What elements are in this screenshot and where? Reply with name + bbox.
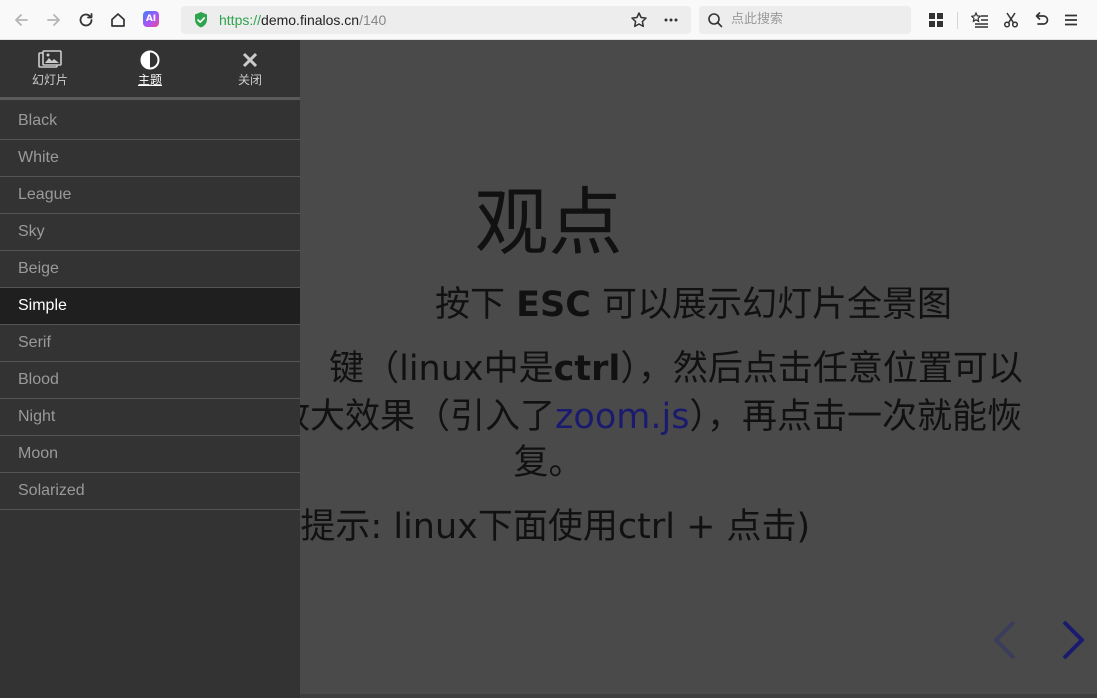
theme-item-white[interactable]: White [0,140,300,177]
toolbar-divider [957,12,958,29]
slide-line2-post: ），然后点击任意位置可以 [620,349,1023,389]
slide-line3-post: ），再点击一次就能恢 [689,397,1022,437]
apps-grid-icon[interactable] [924,8,948,32]
tab-close[interactable]: 关闭 [200,40,300,100]
menu-tabs: 幻灯片 主题 关闭 [0,40,300,100]
hamburger-menu-icon[interactable] [1059,8,1083,32]
ai-extension-icon[interactable]: AI [143,11,159,27]
more-dots-icon[interactable] [659,8,683,32]
theme-item-beige[interactable]: Beige [0,251,300,288]
slide-line1-post: 可以展示幻灯片全景图 [590,285,953,325]
tab-themes[interactable]: 主题 [100,40,200,100]
search-input[interactable]: 点此搜索 [699,6,911,34]
url-host: demo.finalos.cn [261,12,360,28]
tab-themes-label: 主题 [137,73,162,87]
theme-item-blood[interactable]: Blood [0,362,300,399]
slide-line2-pre: 键（linux中是 [329,349,554,389]
reveal-menu-panel: 幻灯片 主题 关闭 Black White League Sky Beige S… [0,40,300,698]
favorites-list-icon[interactable] [968,8,992,32]
tab-close-label: 关闭 [237,73,262,87]
search-placeholder: 点此搜索 [731,12,784,27]
address-bar[interactable]: https://demo.finalos.cn/140 [181,6,691,34]
theme-list: Black White League Sky Beige Simple Seri… [0,103,300,510]
slide-line2-bold: ctrl [553,349,621,389]
theme-item-simple[interactable]: Simple [0,288,300,325]
tab-slides-label: 幻灯片 [31,73,68,87]
close-icon [238,49,262,71]
home-icon[interactable] [106,8,130,32]
back-icon[interactable] [9,8,33,32]
half-circle-icon [138,49,162,71]
reveal-page: 观点 按下 ESC 可以展示幻灯片全景图 键（linux中是ctrl），然后点击… [0,40,1097,698]
slide-line3-pre: 放大效果（引入了 [275,397,556,437]
slide-line1-bold: ESC [516,285,591,325]
theme-item-serif[interactable]: Serif [0,325,300,362]
search-icon [703,8,727,32]
theme-item-sky[interactable]: Sky [0,214,300,251]
slide-line1-pre: 按下 [434,285,517,325]
slide-progress-bar [300,694,1097,698]
reload-icon[interactable] [74,8,98,32]
url-path: /140 [359,12,387,28]
zoom-js-link[interactable]: zoom.js [555,397,689,437]
scissors-icon[interactable] [999,8,1023,32]
theme-item-league[interactable]: League [0,177,300,214]
tab-slides[interactable]: 幻灯片 [0,40,100,100]
undo-icon[interactable] [1029,8,1053,32]
nav-prev-arrow-icon[interactable] [990,618,1020,667]
theme-item-moon[interactable]: Moon [0,436,300,473]
secure-shield-icon[interactable] [189,8,213,32]
url-text: https://demo.finalos.cn/140 [219,6,386,34]
forward-icon[interactable] [42,8,66,32]
nav-next-arrow-icon[interactable] [1058,618,1088,667]
theme-item-solarized[interactable]: Solarized [0,473,300,510]
bookmark-star-icon[interactable] [627,8,651,32]
theme-item-black[interactable]: Black [0,103,300,140]
browser-toolbar: AI https://demo.finalos.cn/140 点此搜索 [0,0,1097,40]
url-scheme: https:// [219,12,262,28]
images-icon [38,49,62,71]
theme-item-night[interactable]: Night [0,399,300,436]
